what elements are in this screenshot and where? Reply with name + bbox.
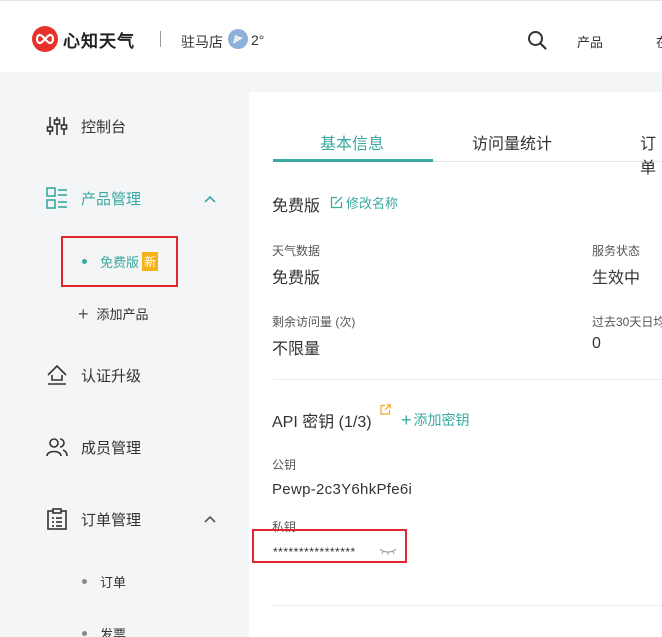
highlight-box: [252, 529, 407, 563]
weather-data-label: 天气数据: [272, 244, 321, 258]
logo-icon: [32, 26, 58, 52]
add-key-button[interactable]: + 添加密钥: [401, 410, 470, 430]
sidebar-subitem-label: 订单: [100, 575, 127, 590]
weather-icon: [228, 29, 248, 49]
rename-label: 修改名称: [346, 196, 399, 211]
nav-product[interactable]: 产品: [577, 32, 603, 51]
users-icon: [46, 438, 68, 457]
temperature: 2°: [251, 32, 265, 48]
active-tab-indicator: [273, 159, 433, 162]
public-key-value: Pewp-2c3Y6hkPfe6i: [272, 481, 413, 498]
upload-arrow-icon: [47, 364, 67, 385]
nav-more[interactable]: 在: [656, 32, 662, 51]
add-product-label: 添加产品: [96, 307, 149, 322]
sidebar-item-label: 产品管理: [81, 190, 142, 208]
sidebar-subitem-orders[interactable]: 订单: [82, 572, 126, 591]
clipboard-list-icon: [47, 508, 67, 530]
chevron-up-icon[interactable]: [204, 515, 216, 523]
sidebar-item-label: 订单管理: [81, 511, 142, 529]
rename-button[interactable]: 修改名称: [330, 193, 398, 212]
sliders-icon: [46, 117, 68, 135]
sidebar-item-members[interactable]: 成员管理: [45, 435, 141, 459]
chevron-up-icon[interactable]: [204, 195, 216, 203]
bullet-dot: [82, 579, 87, 584]
sidebar-item-product-mgmt[interactable]: 产品管理: [45, 186, 141, 210]
sidebar-item-console[interactable]: 控制台: [45, 114, 126, 138]
add-key-label: 添加密钥: [413, 412, 470, 428]
sidebar-subitem-label: 发票: [100, 627, 127, 637]
tab-basic-info[interactable]: 基本信息: [320, 130, 384, 154]
tab-orders[interactable]: 订单: [640, 130, 662, 178]
sidebar-item-label: 控制台: [81, 118, 127, 136]
section-divider: [273, 605, 662, 606]
tab-stats[interactable]: 访问量统计: [472, 130, 552, 154]
main-panel: 基本信息 访问量统计 订单 免费版 修改名称 天气数据 免费版 服务状态 生效中…: [249, 92, 662, 637]
brand-name: 心知天气: [63, 31, 135, 51]
public-key-label: 公钥: [272, 458, 297, 472]
plan-name: 免费版: [272, 198, 321, 215]
grid-list-icon: [46, 187, 67, 209]
header-divider: [160, 31, 161, 47]
external-link-icon[interactable]: [380, 404, 391, 415]
highlight-box: [61, 236, 178, 287]
add-product-button[interactable]: + 添加产品: [78, 304, 149, 323]
sidebar-item-label: 认证升级: [81, 367, 142, 385]
weather-data-value: 免费版: [272, 270, 321, 287]
section-divider: [273, 379, 662, 380]
edit-icon: [330, 196, 343, 209]
sidebar-item-orders-mgmt[interactable]: 订单管理: [45, 507, 141, 531]
past30-label: 过去30天日均: [592, 315, 662, 329]
city-name[interactable]: 驻马店: [181, 32, 223, 52]
api-key-title: API 密钥 (1/3): [272, 414, 372, 431]
remaining-label: 剩余访问量 (次): [272, 315, 356, 329]
plus-icon: +: [78, 303, 89, 324]
sidebar-subitem-invoice[interactable]: 发票: [82, 624, 126, 637]
sidebar: 控制台 产品管理 免费版 新 + 添加产品 认证升级 成员管理 订单管理 订单 …: [0, 72, 248, 637]
sidebar-item-upgrade[interactable]: 认证升级: [45, 363, 141, 387]
service-status-label: 服务状态: [592, 244, 641, 258]
top-bar: 心知天气 驻马店 2° 产品 在: [0, 0, 662, 72]
sidebar-item-label: 成员管理: [81, 439, 142, 457]
tab-bar: 基本信息 访问量统计 订单: [273, 128, 662, 177]
plus-icon: +: [401, 410, 412, 430]
service-status-value: 生效中: [592, 270, 641, 287]
past30-value: 0: [592, 335, 601, 352]
logo[interactable]: 心知天气: [32, 26, 135, 52]
search-icon[interactable]: [527, 30, 547, 50]
remaining-value: 不限量: [272, 341, 321, 358]
bullet-dot: [82, 631, 87, 636]
